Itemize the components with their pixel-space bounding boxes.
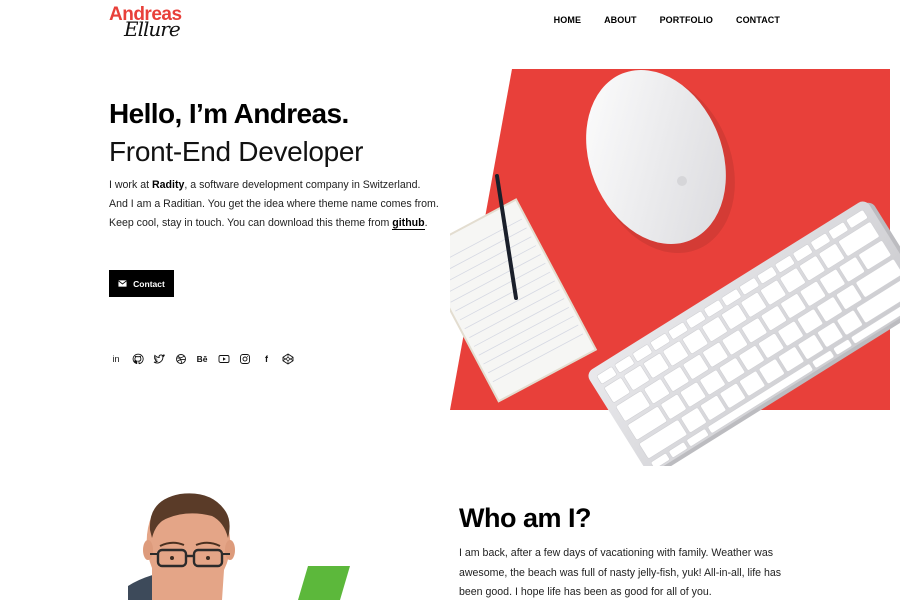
green-accent-shape xyxy=(298,566,350,600)
hero-greeting: Hello, I’m Andreas. xyxy=(109,98,349,129)
behance-icon[interactable]: Bē xyxy=(196,353,208,365)
youtube-icon[interactable] xyxy=(218,353,230,365)
hero-desc-part1: I work at xyxy=(109,179,152,191)
portrait-image xyxy=(128,493,350,600)
about-title: Who am I? xyxy=(459,503,592,533)
codepen-icon[interactable] xyxy=(282,353,294,365)
linkedin-icon[interactable]: in xyxy=(110,353,122,365)
contact-button[interactable]: Contact xyxy=(109,270,174,297)
nav-about[interactable]: ABOUT xyxy=(604,15,637,25)
facebook-icon[interactable]: f xyxy=(261,353,273,365)
company-link[interactable]: Radity xyxy=(152,179,184,191)
github-icon[interactable] xyxy=(132,353,144,365)
social-links: in Bē f xyxy=(110,353,294,365)
dribbble-icon[interactable] xyxy=(175,353,187,365)
contact-button-label: Contact xyxy=(133,278,165,289)
hero-desk-image xyxy=(450,69,900,466)
nav-home[interactable]: HOME xyxy=(554,15,581,25)
github-link[interactable]: github xyxy=(392,217,425,230)
hero-description: I work at Radity, a software development… xyxy=(109,176,439,233)
logo[interactable]: Andreas Ellure xyxy=(109,4,199,41)
hero-role: Front-End Developer xyxy=(109,136,364,167)
about-text: I am back, after a few days of vacationi… xyxy=(459,547,782,598)
main-nav: HOME ABOUT PORTFOLIO CONTACT xyxy=(554,15,780,25)
twitter-icon[interactable] xyxy=(153,353,165,365)
nav-portfolio[interactable]: PORTFOLIO xyxy=(660,15,713,25)
nav-contact[interactable]: CONTACT xyxy=(736,15,780,25)
hero-desc-end: . xyxy=(424,217,428,229)
logo-name-bottom: Ellure xyxy=(124,17,181,41)
mail-icon xyxy=(118,280,127,287)
instagram-icon[interactable] xyxy=(239,353,251,365)
